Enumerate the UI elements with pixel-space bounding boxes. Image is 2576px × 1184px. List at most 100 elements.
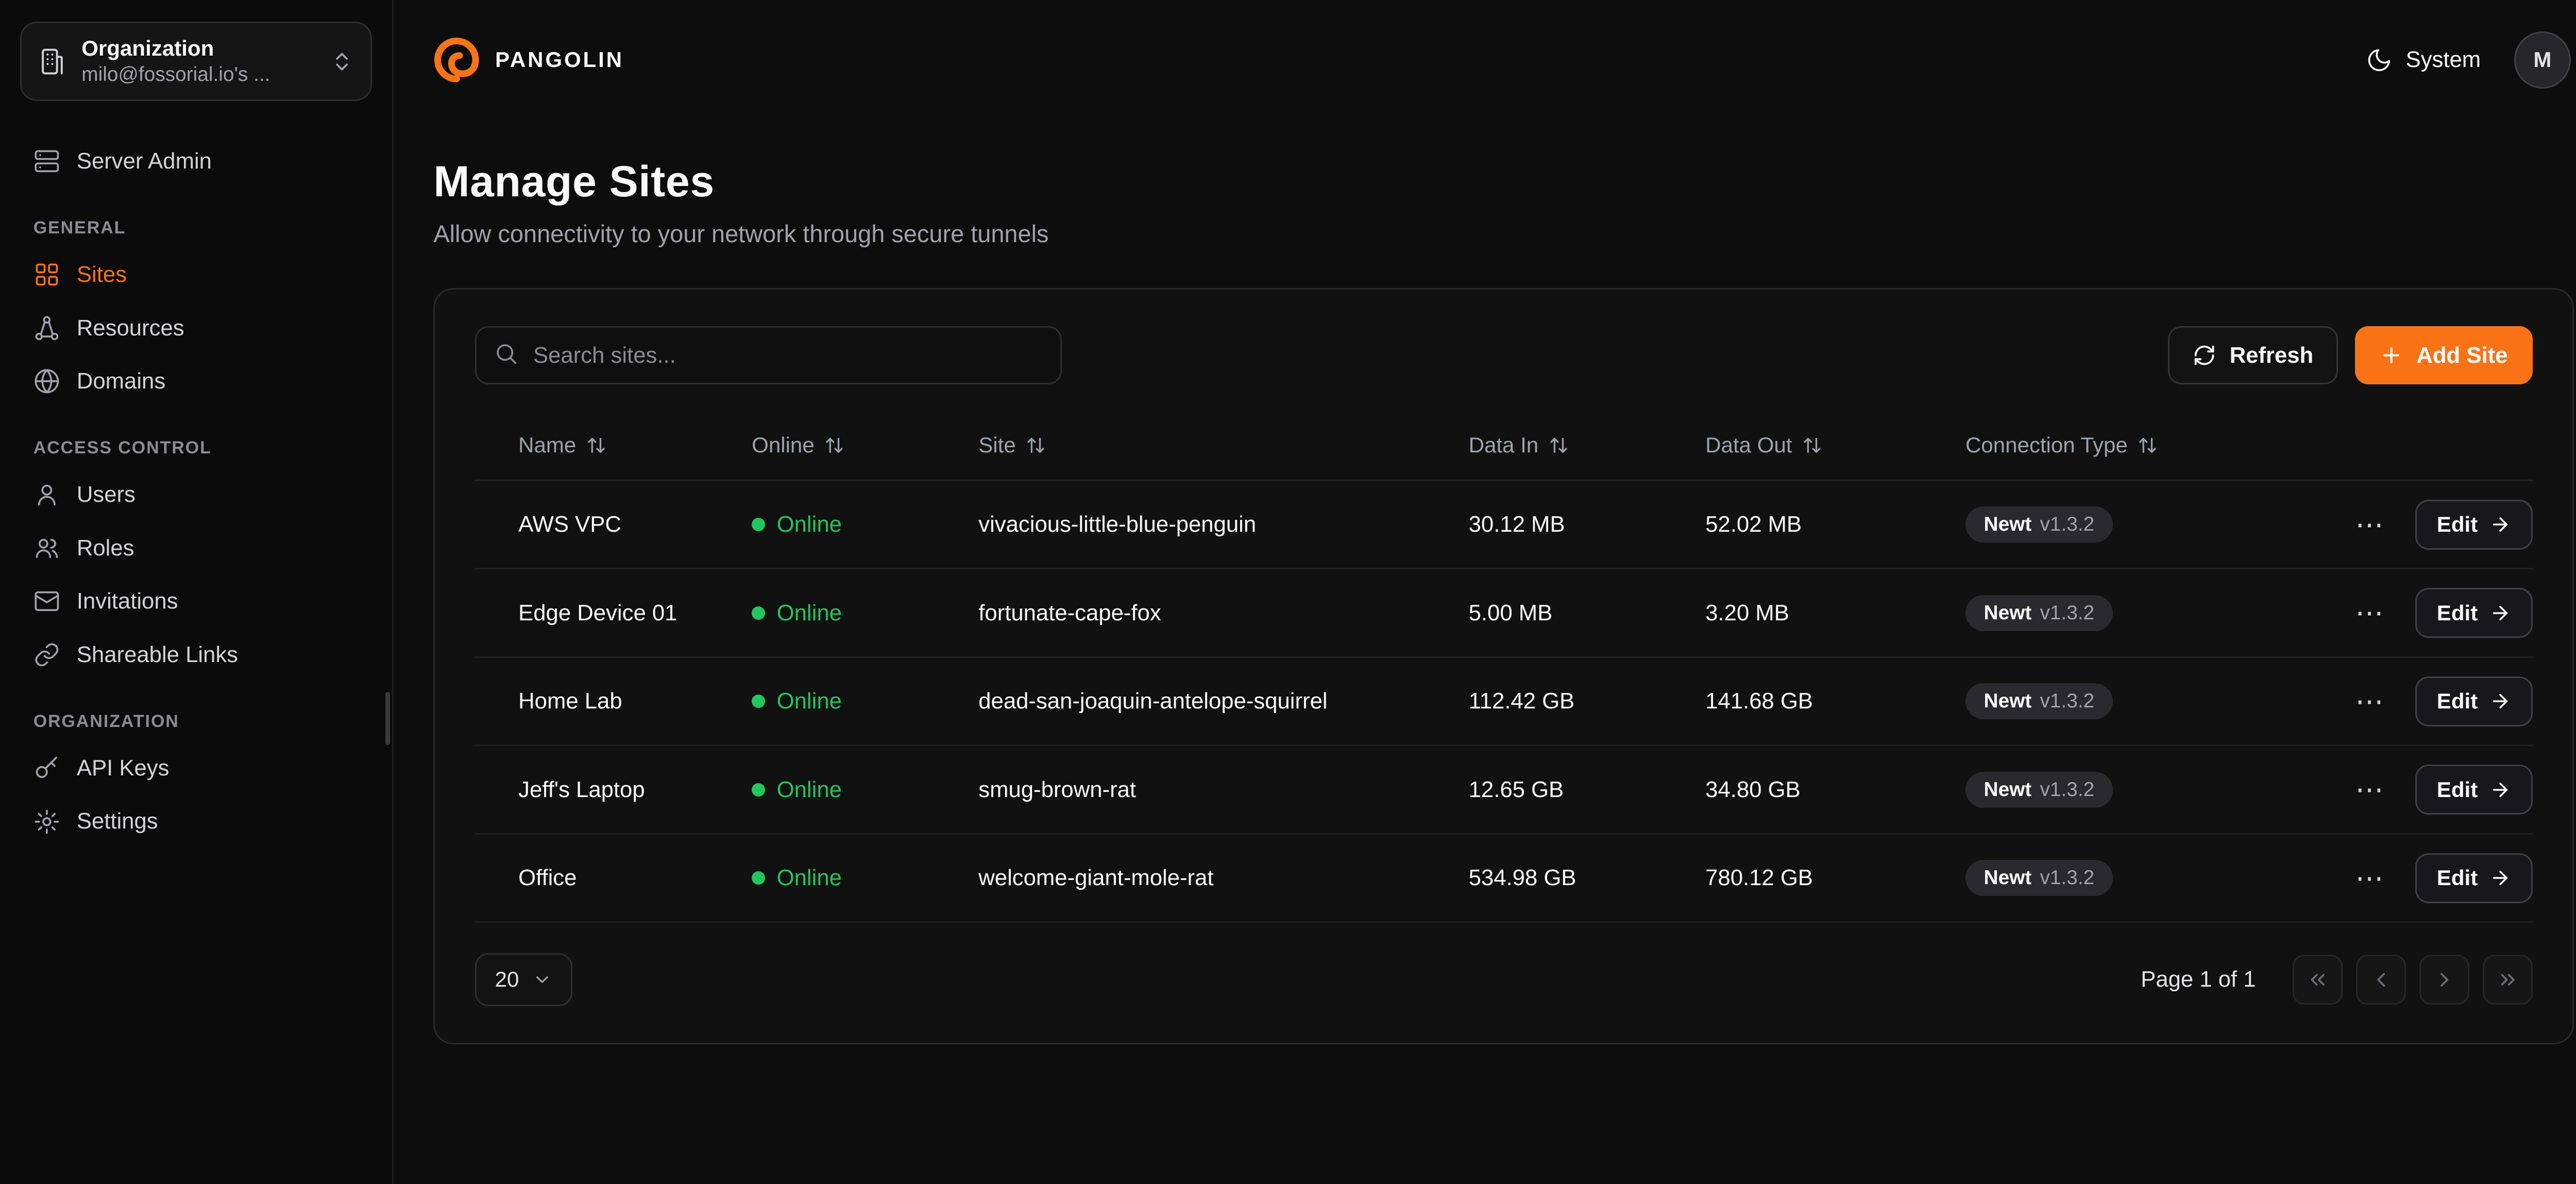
row-menu-button[interactable]: ⋯ [2349,684,2391,719]
org-selector[interactable]: Organization milo@fossorial.io's ... [20,22,372,101]
sidebar-item-roles[interactable]: Roles [20,521,372,575]
connection-type-cell: Newt v1.3.2 [1965,506,2299,543]
sidebar-item-server-admin[interactable]: Server Admin [20,134,372,188]
sidebar-item-api-keys[interactable]: API Keys [20,741,372,795]
sidebar-item-label: Roles [77,535,134,561]
row-menu-button[interactable]: ⋯ [2349,772,2391,807]
column-header-online[interactable]: Online [752,433,978,458]
page-info: Page 1 of 1 [2141,967,2256,992]
pagination: Page 1 of 1 [2141,955,2533,1005]
users-icon [33,535,60,562]
previous-page-button[interactable] [2356,955,2406,1005]
column-header-connection-type[interactable]: Connection Type [1965,433,2299,458]
user-icon [33,481,60,508]
waypoints-icon [33,315,60,342]
column-header-data-out[interactable]: Data Out [1705,433,1965,458]
last-page-button[interactable] [2483,955,2533,1005]
online-status-dot [752,518,765,531]
column-header-name[interactable]: Name [518,433,752,458]
refresh-icon [2193,344,2216,367]
row-actions: ⋯ Edit [2349,853,2533,903]
connection-type-badge: Newt v1.3.2 [1965,772,2113,808]
data-out-cell: 141.68 GB [1705,688,1965,714]
online-status-dot [752,783,765,797]
site-name-cell: AWS VPC [518,512,752,537]
column-label: Online [752,433,815,458]
link-icon [33,641,60,668]
search-input[interactable] [475,326,1062,384]
sidebar-item-label: Invitations [77,588,178,614]
page-subtitle: Allow connectivity to your network throu… [433,220,2574,248]
edit-button[interactable]: Edit [2415,853,2533,903]
data-out-cell: 780.12 GB [1705,865,1965,891]
refresh-button[interactable]: Refresh [2168,326,2338,384]
arrow-right-icon [2489,779,2511,801]
edit-button[interactable]: Edit [2415,676,2533,726]
edit-button[interactable]: Edit [2415,588,2533,638]
row-actions: ⋯ Edit [2349,500,2533,550]
connection-type-badge: Newt v1.3.2 [1965,595,2113,631]
sites-table-header: Name Online Site Data In [475,411,2533,481]
site-status-cell: Online [752,600,978,626]
table-footer: 20 Page 1 of 1 [475,953,2533,1007]
sort-icon [586,435,606,455]
sidebar-item-users[interactable]: Users [20,468,372,521]
sites-grid-icon [33,261,60,288]
search-wrap [475,326,1062,384]
sidebar-item-shareable-links[interactable]: Shareable Links [20,628,372,682]
connection-type-cell: Newt v1.3.2 [1965,772,2299,808]
page-size-select[interactable]: 20 [475,953,572,1007]
sidebar: Organization milo@fossorial.io's ... Ser… [0,0,394,1184]
online-status-label: Online [777,777,842,803]
sidebar-item-sites[interactable]: Sites [20,248,372,301]
add-site-label: Add Site [2416,343,2507,368]
online-status-label: Online [777,688,842,714]
site-tunnel-cell: fortunate-cape-fox [978,600,1468,626]
refresh-label: Refresh [2230,343,2314,368]
mail-icon [33,588,60,615]
first-page-button[interactable] [2293,955,2343,1005]
row-menu-button[interactable]: ⋯ [2349,860,2391,895]
edit-button[interactable]: Edit [2415,500,2533,550]
sidebar-item-settings[interactable]: Settings [20,795,372,849]
site-name-cell: Edge Device 01 [518,600,752,626]
table-row: Edge Device 01 Online fortunate-cape-fox… [475,569,2533,658]
table-row: AWS VPC Online vivacious-little-blue-pen… [475,481,2533,570]
next-page-button[interactable] [2419,955,2469,1005]
online-status-dot [752,606,765,620]
connection-type-badge: Newt v1.3.2 [1965,506,2113,543]
sidebar-item-resources[interactable]: Resources [20,301,372,355]
arrow-right-icon [2489,867,2511,889]
row-menu-button[interactable]: ⋯ [2349,596,2391,631]
sidebar-item-invitations[interactable]: Invitations [20,574,372,628]
data-in-cell: 30.12 MB [1469,512,1706,537]
theme-toggle[interactable]: System [2366,47,2481,74]
sort-icon [1802,435,1822,455]
gear-icon [33,808,60,835]
sidebar-scrollbar-thumb[interactable] [385,692,391,746]
edit-button[interactable]: Edit [2415,765,2533,815]
row-menu-button[interactable]: ⋯ [2349,507,2391,542]
column-header-site[interactable]: Site [978,433,1468,458]
avatar[interactable]: M [2514,31,2571,88]
column-label: Data In [1469,433,1539,458]
site-tunnel-cell: dead-san-joaquin-antelope-squirrel [978,688,1468,714]
column-header-data-in[interactable]: Data In [1469,433,1706,458]
brand: PANGOLIN [433,37,624,83]
site-status-cell: Online [752,512,978,537]
key-icon [33,755,60,782]
plus-icon [2380,344,2403,367]
sidebar-item-domains[interactable]: Domains [20,354,372,408]
sort-icon [2138,435,2158,455]
sidebar-item-label: Settings [77,808,158,834]
arrow-right-icon [2489,690,2511,712]
add-site-button[interactable]: Add Site [2355,326,2533,384]
data-in-cell: 12.65 GB [1469,777,1706,803]
site-name-cell: Home Lab [518,688,752,714]
topbar-right: System M [2366,31,2571,88]
brand-name: PANGOLIN [495,47,624,72]
toolbar-actions: Refresh Add Site [2168,326,2533,384]
connection-name: Newt [1984,779,2032,801]
page-head: Manage Sites Allow connectivity to your … [394,120,2576,255]
online-status-label: Online [777,600,842,626]
